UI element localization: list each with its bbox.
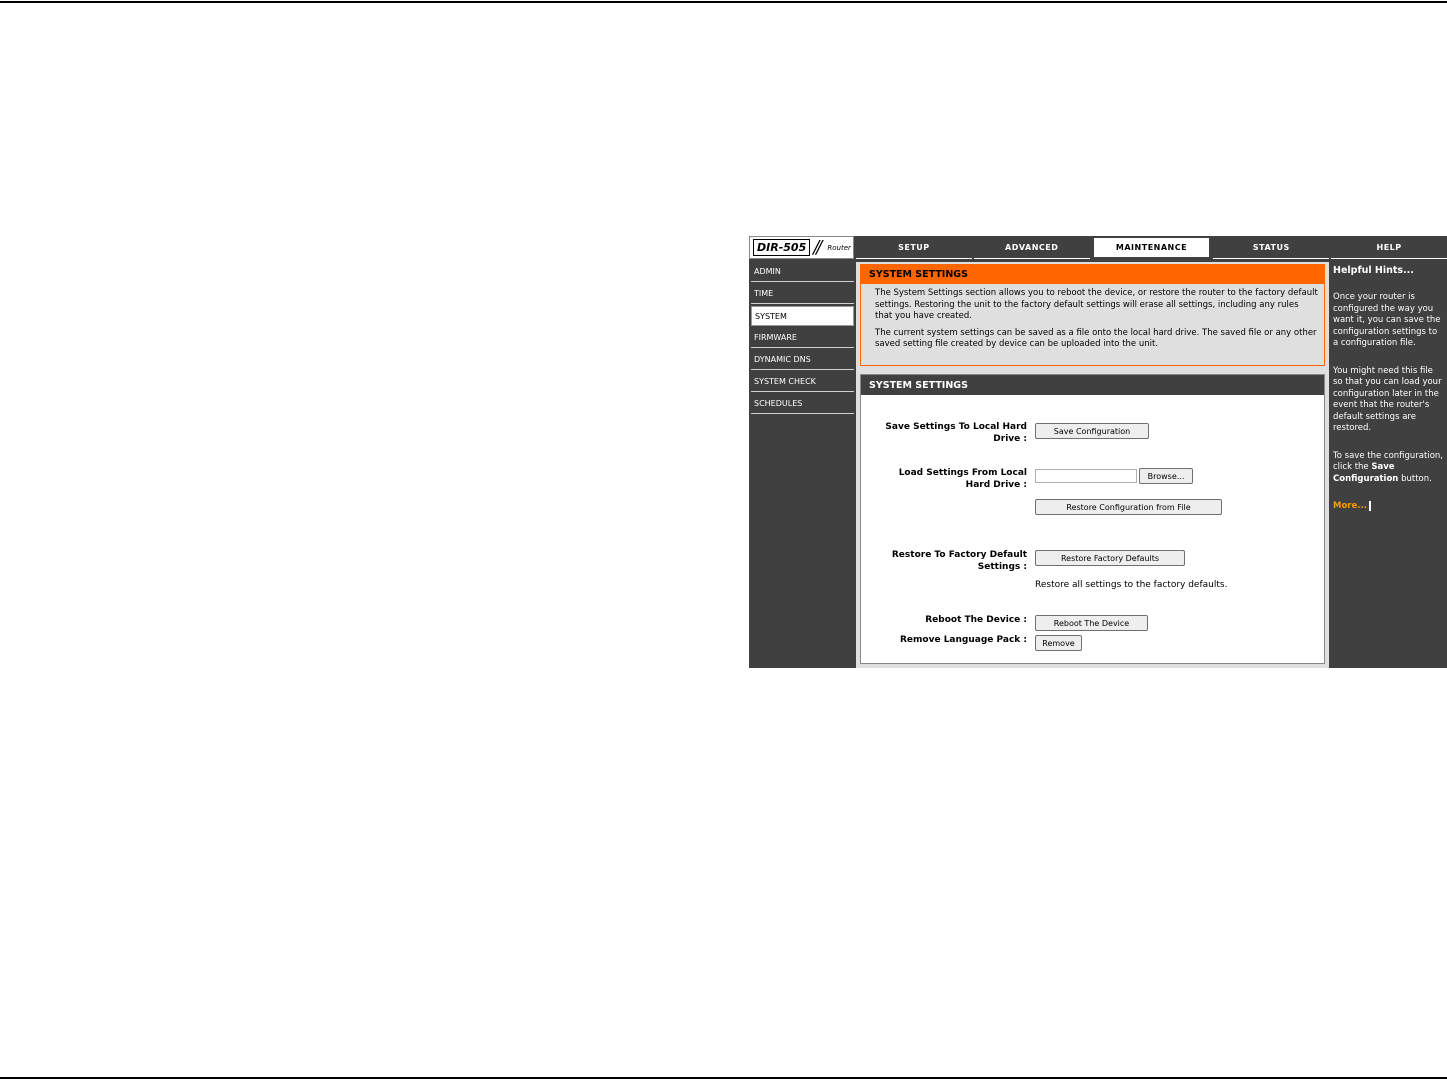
reboot-device-label: Reboot The Device :: [925, 615, 1027, 625]
sidebar-item-firmware[interactable]: FIRMWARE: [751, 328, 854, 348]
save-configuration-button[interactable]: Save Configuration: [1035, 423, 1149, 439]
tab-maintenance[interactable]: MAINTENANCE: [1091, 236, 1212, 259]
main-content: SYSTEM SETTINGS The System Settings sect…: [856, 262, 1329, 668]
help-more-link[interactable]: More...: [1329, 501, 1447, 511]
restore-factory-defaults-button[interactable]: Restore Factory Defaults: [1035, 550, 1185, 566]
page-top-rule: [0, 1, 1447, 3]
page-bottom-rule: [0, 1077, 1447, 1079]
logo-slash-icon: //: [813, 237, 822, 258]
intro-panel: SYSTEM SETTINGS The System Settings sect…: [860, 264, 1325, 366]
help-paragraph: You might need this file so that you can…: [1333, 365, 1442, 434]
sidebar-nav: ADMIN TIME SYSTEM FIRMWARE DYNAMIC DNS S…: [749, 262, 856, 668]
reboot-device-button[interactable]: Reboot The Device: [1035, 615, 1148, 631]
main-tabs: SETUP ADVANCED MAINTENANCE STATUS HELP: [856, 236, 1447, 259]
remove-language-pack-label: Remove Language Pack :: [900, 635, 1027, 645]
save-settings-label: Save Settings To Local Hard Drive :: [885, 422, 1027, 444]
sidebar-item-schedules[interactable]: SCHEDULES: [751, 394, 854, 414]
load-settings-label: Load Settings From Local Hard Drive :: [898, 468, 1027, 490]
sidebar-item-dynamic-dns[interactable]: DYNAMIC DNS: [751, 350, 854, 370]
intro-description: The System Settings section allows you t…: [861, 284, 1324, 351]
intro-paragraph: The System Settings section allows you t…: [875, 288, 1318, 321]
header-bar: DIR-505 // Router SETUP ADVANCED MAINTEN…: [749, 236, 1447, 260]
system-settings-panel: SYSTEM SETTINGS Save Settings To Local H…: [860, 374, 1325, 664]
tab-advanced[interactable]: ADVANCED: [973, 236, 1090, 259]
device-type-label: Router: [827, 243, 851, 252]
help-sidebar: Helpful Hints... Once your router is con…: [1329, 262, 1447, 668]
factory-defaults-note: Restore all settings to the factory defa…: [1035, 580, 1228, 590]
tab-status[interactable]: STATUS: [1213, 236, 1330, 259]
config-file-input[interactable]: [1035, 469, 1137, 483]
settings-title: SYSTEM SETTINGS: [861, 375, 1324, 395]
intro-paragraph: The current system settings can be saved…: [875, 327, 1317, 350]
router-admin-window: DIR-505 // Router SETUP ADVANCED MAINTEN…: [749, 236, 1447, 668]
tab-setup[interactable]: SETUP: [856, 236, 972, 259]
sidebar-item-system-check[interactable]: SYSTEM CHECK: [751, 372, 854, 392]
model-name: DIR-505: [753, 239, 811, 256]
product-logo: DIR-505 // Router: [749, 236, 854, 259]
browse-button[interactable]: Browse...: [1139, 468, 1193, 484]
restore-configuration-from-file-button[interactable]: Restore Configuration from File: [1035, 499, 1222, 515]
sidebar-item-time[interactable]: TIME: [751, 284, 854, 304]
help-paragraph: Once your router is configured the way y…: [1333, 292, 1441, 348]
remove-language-pack-button[interactable]: Remove: [1035, 635, 1082, 651]
factory-default-label: Restore To Factory Default Settings :: [891, 550, 1027, 572]
help-paragraph: To save the configuration, click the Sav…: [1333, 450, 1443, 484]
sidebar-item-system[interactable]: SYSTEM: [751, 306, 854, 326]
intro-title: SYSTEM SETTINGS: [861, 265, 1324, 284]
tab-help[interactable]: HELP: [1331, 236, 1447, 259]
text-cursor-icon: [1368, 501, 1371, 511]
sidebar-item-admin[interactable]: ADMIN: [751, 262, 854, 282]
help-title: Helpful Hints...: [1333, 265, 1414, 276]
